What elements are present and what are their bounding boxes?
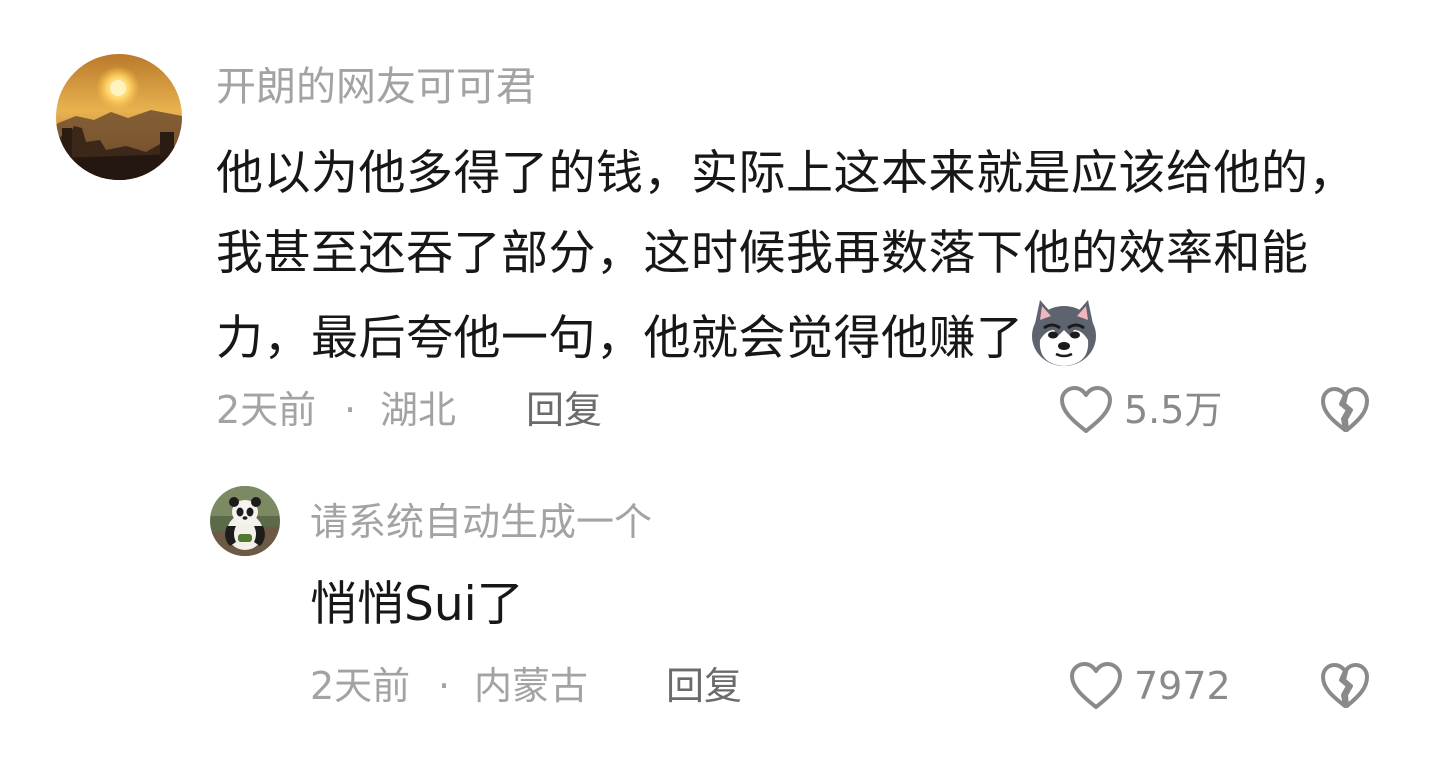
avatar[interactable] bbox=[210, 486, 280, 556]
comment-meta: 2天前 · 内蒙古 回复 7972 bbox=[310, 658, 1386, 714]
like-count: 7972 bbox=[1134, 664, 1231, 708]
comment-username[interactable]: 请系统自动生成一个 bbox=[310, 496, 652, 548]
broken-heart-icon[interactable] bbox=[1320, 662, 1370, 710]
sunset-landscape-avatar bbox=[56, 54, 182, 180]
comment-location: 内蒙古 bbox=[474, 664, 589, 708]
reply-item: 请系统自动生成一个 悄悄Sui了 2天前 · 内蒙古 回复 7972 bbox=[0, 470, 1440, 777]
comment-location: 湖北 bbox=[380, 388, 457, 432]
meta-separator: · bbox=[344, 388, 357, 432]
reply-button[interactable]: 回复 bbox=[526, 382, 602, 438]
comment-text: 他以为他多得了的钱，实际上这本来就是应该给他的，我甚至还吞了部分，这时候我再数落… bbox=[216, 134, 1366, 379]
heart-outline-icon bbox=[1058, 385, 1114, 435]
comment-text: 悄悄Sui了 bbox=[310, 577, 524, 632]
meta-separator: · bbox=[438, 664, 451, 708]
heart-outline-icon bbox=[1068, 661, 1124, 711]
comment-meta: 2天前 · 湖北 回复 5.5万 bbox=[216, 382, 1386, 438]
comment-username[interactable]: 开朗的网友可可君 bbox=[216, 60, 536, 114]
comment-text-content: 他以为他多得了的钱，实际上这本来就是应该给他的，我甚至还吞了部分，这时候我再数落… bbox=[216, 146, 1356, 366]
like-button[interactable]: 7972 bbox=[1068, 658, 1231, 714]
reply-button[interactable]: 回复 bbox=[666, 658, 742, 714]
panda-avatar bbox=[210, 486, 280, 556]
comment-time: 2天前 bbox=[216, 388, 317, 432]
husky-dog-emoji bbox=[1026, 294, 1102, 370]
like-count: 5.5万 bbox=[1124, 388, 1223, 432]
like-button[interactable]: 5.5万 bbox=[1058, 382, 1222, 438]
avatar[interactable] bbox=[56, 54, 182, 180]
comment-item: 开朗的网友可可君 他以为他多得了的钱，实际上这本来就是应该给他的，我甚至还吞了部… bbox=[0, 0, 1440, 470]
comment-time: 2天前 bbox=[310, 664, 411, 708]
broken-heart-icon[interactable] bbox=[1320, 386, 1370, 434]
